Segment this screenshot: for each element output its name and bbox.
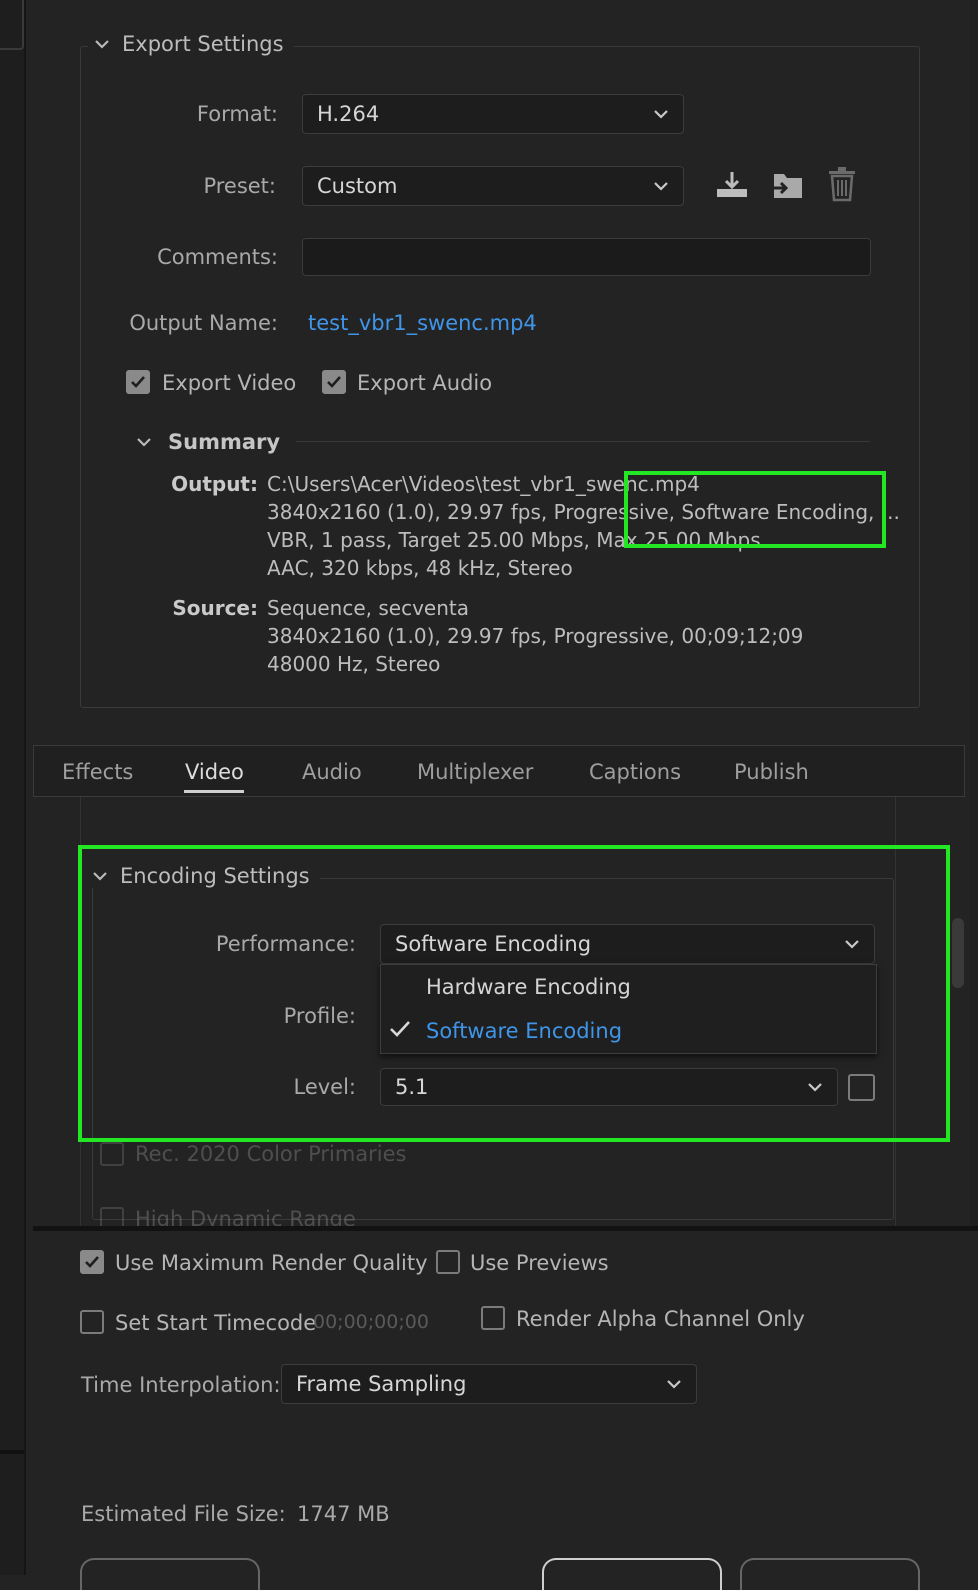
preset-select[interactable]: Custom <box>302 166 684 206</box>
summary-output-line: AAC, 320 kbps, 48 kHz, Stereo <box>267 556 573 580</box>
render-alpha-label: Render Alpha Channel Only <box>516 1307 805 1331</box>
summary-source-line: 48000 Hz, Stereo <box>267 652 441 676</box>
time-interpolation-label: Time Interpolation: <box>81 1373 281 1397</box>
summary-title: Summary <box>168 430 281 454</box>
output-name-link[interactable]: test_vbr1_swenc.mp4 <box>308 311 537 335</box>
left-panel-edge <box>0 0 26 1575</box>
export-audio-checkbox[interactable] <box>322 370 346 394</box>
chevron-down-icon[interactable] <box>92 34 112 54</box>
max-render-quality-label: Use Maximum Render Quality <box>115 1251 428 1275</box>
rec2020-label: Rec. 2020 Color Primaries <box>135 1142 407 1166</box>
left-panel-divider <box>0 1450 24 1454</box>
chevron-down-icon <box>654 182 668 191</box>
tab-effects[interactable]: Effects <box>62 760 133 784</box>
summary-divider <box>296 441 870 442</box>
summary-header[interactable]: Summary <box>136 430 280 454</box>
format-select[interactable]: H.264 <box>302 94 684 134</box>
estimated-file-size-label: Estimated File Size: <box>81 1502 286 1526</box>
chevron-down-icon <box>667 1380 681 1389</box>
format-value: H.264 <box>317 102 380 126</box>
time-interpolation-value: Frame Sampling <box>296 1372 467 1396</box>
tab-captions[interactable]: Captions <box>589 760 681 784</box>
chevron-down-icon[interactable] <box>136 437 152 447</box>
metadata-button[interactable] <box>80 1558 260 1590</box>
left-panel-tab <box>0 0 24 50</box>
tab-multiplexer[interactable]: Multiplexer <box>417 760 533 784</box>
render-alpha-checkbox[interactable] <box>481 1306 505 1330</box>
start-timecode-value: 00;00;00;00 <box>313 1311 429 1333</box>
format-label: Format: <box>196 102 278 126</box>
rec2020-checkbox[interactable] <box>100 1142 124 1166</box>
active-tab-indicator <box>184 790 244 793</box>
comments-input[interactable] <box>302 238 871 276</box>
output-name-label: Output Name: <box>129 311 278 335</box>
scrollbar-thumb[interactable] <box>952 918 964 988</box>
tab-bar: Effects Video Audio Multiplexer Captions… <box>33 745 965 797</box>
set-start-timecode-label: Set Start Timecode <box>115 1311 317 1335</box>
export-settings-title: Export Settings <box>122 32 284 56</box>
preset-value: Custom <box>317 174 398 198</box>
cancel-button[interactable] <box>740 1558 920 1590</box>
checkmark-icon <box>327 376 341 388</box>
tab-publish[interactable]: Publish <box>734 760 809 784</box>
preset-label: Preset: <box>203 174 276 198</box>
export-video-label: Export Video <box>162 371 297 395</box>
delete-preset-icon[interactable] <box>826 166 858 202</box>
estimated-file-size-value: 1747 MB <box>297 1502 390 1526</box>
summary-output-label: Output: <box>171 472 258 496</box>
summary-source-line: Sequence, secventa <box>267 596 470 620</box>
import-preset-icon[interactable] <box>770 170 806 202</box>
chevron-down-icon <box>654 110 668 119</box>
checkmark-icon <box>131 376 145 388</box>
time-interpolation-select[interactable]: Frame Sampling <box>281 1364 697 1404</box>
comments-label: Comments: <box>157 245 278 269</box>
use-previews-checkbox[interactable] <box>436 1250 460 1274</box>
summary-source-line: 3840x2160 (1.0), 29.97 fps, Progressive,… <box>267 624 804 648</box>
checkmark-icon <box>85 1256 99 1268</box>
tab-video[interactable]: Video <box>185 760 244 784</box>
highlight-box <box>78 845 950 1142</box>
highlight-box <box>624 471 886 548</box>
export-audio-label: Export Audio <box>357 371 493 395</box>
tab-audio[interactable]: Audio <box>302 760 362 784</box>
use-previews-label: Use Previews <box>470 1251 609 1275</box>
export-button[interactable] <box>542 1558 722 1590</box>
set-start-timecode-checkbox[interactable] <box>80 1310 104 1334</box>
save-preset-icon[interactable] <box>714 170 750 200</box>
summary-source-label: Source: <box>172 596 258 620</box>
export-settings-header[interactable]: Export Settings <box>88 32 294 56</box>
max-render-quality-checkbox[interactable] <box>80 1250 104 1274</box>
export-video-checkbox[interactable] <box>126 370 150 394</box>
